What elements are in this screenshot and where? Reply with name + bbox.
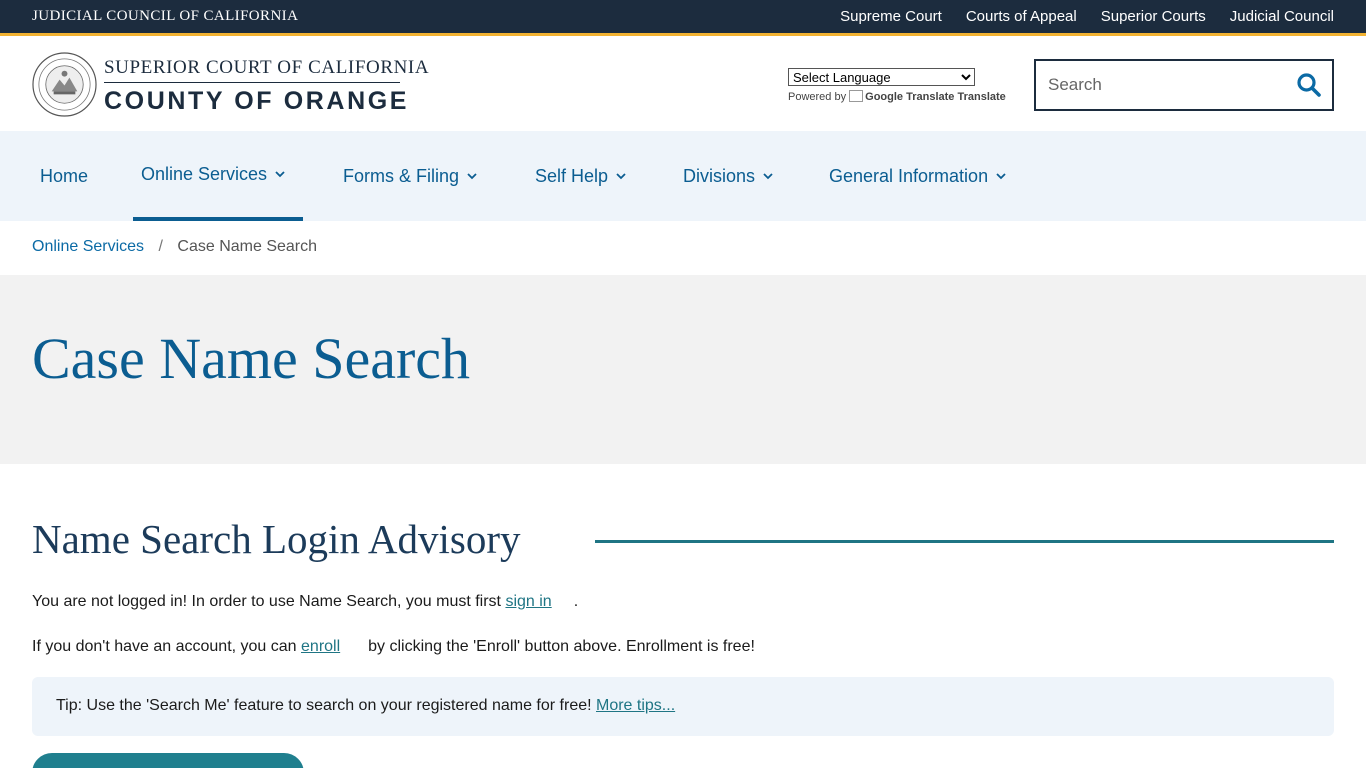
enroll-notice: If you don't have an account, you can en… — [32, 638, 755, 655]
breadcrumb-online-services[interactable]: Online Services — [32, 238, 144, 255]
breadcrumb-separator: / — [158, 238, 163, 255]
breadcrumb: Online Services / Case Name Search — [32, 238, 317, 256]
top-link-supreme-court[interactable]: Supreme Court — [840, 8, 942, 25]
page-hero: Case Name Search — [0, 275, 1366, 464]
nav-item-online-services[interactable]: Online Services — [133, 131, 303, 221]
search-tip-box: Tip: Use the 'Search Me' feature to sear… — [32, 677, 1334, 736]
section-heading: Name Search Login Advisory — [32, 516, 521, 562]
judicial-council-title: JUDICIAL COUNCIL OF CALIFORNIA — [32, 8, 299, 24]
language-selector: Select Language — [788, 68, 975, 87]
court-name-divider — [104, 82, 400, 83]
login-notice: You are not logged in! In order to use N… — [32, 593, 579, 610]
court-name-line2: COUNTY OF ORANGE — [104, 87, 410, 115]
chevron-down-icon — [275, 171, 285, 178]
sign-in-link[interactable]: sign in — [505, 593, 551, 610]
breadcrumb-current: Case Name Search — [177, 238, 318, 255]
chevron-down-icon — [616, 173, 626, 180]
site-header: SUPERIOR COURT OF CALIFORNIA COUNTY OF O… — [0, 39, 1366, 131]
nav-item-general-information[interactable]: General Information — [821, 131, 1014, 221]
section-heading-rule — [595, 540, 1334, 543]
chevron-down-icon — [467, 173, 477, 180]
nav-item-self-help[interactable]: Self Help — [527, 131, 634, 221]
top-links: Supreme Court Courts of Appeal Superior … — [840, 8, 1334, 25]
enroll-link[interactable]: enroll — [301, 638, 340, 655]
search-icon[interactable] — [1296, 72, 1322, 98]
powered-by-google: Powered by Google Translate Translate — [788, 90, 1006, 103]
nav-item-forms-filing[interactable]: Forms & Filing — [335, 131, 485, 221]
top-link-courts-of-appeal[interactable]: Courts of Appeal — [966, 8, 1077, 25]
page-title: Case Name Search — [32, 326, 471, 391]
site-search — [1034, 59, 1334, 111]
main-nav: Home Online Services Forms & Filing Self… — [0, 131, 1366, 221]
primary-action-button[interactable] — [32, 753, 304, 768]
chevron-down-icon — [763, 173, 773, 180]
top-link-superior-courts[interactable]: Superior Courts — [1101, 8, 1206, 25]
translate-link[interactable]: Translate — [957, 91, 1005, 103]
broken-image-icon — [849, 90, 864, 102]
nav-item-divisions[interactable]: Divisions — [675, 131, 781, 221]
top-bar: JUDICIAL COUNCIL OF CALIFORNIA Supreme C… — [0, 0, 1366, 36]
search-input[interactable] — [1048, 74, 1288, 96]
court-name-line1: SUPERIOR COURT OF CALIFORNIA — [104, 57, 430, 78]
nav-item-home[interactable]: Home — [32, 131, 96, 221]
language-select[interactable]: Select Language — [788, 68, 975, 86]
more-tips-link[interactable]: More tips... — [596, 697, 675, 714]
court-seal-icon[interactable] — [32, 52, 97, 117]
top-link-judicial-council[interactable]: Judicial Council — [1230, 8, 1334, 25]
chevron-down-icon — [996, 173, 1006, 180]
